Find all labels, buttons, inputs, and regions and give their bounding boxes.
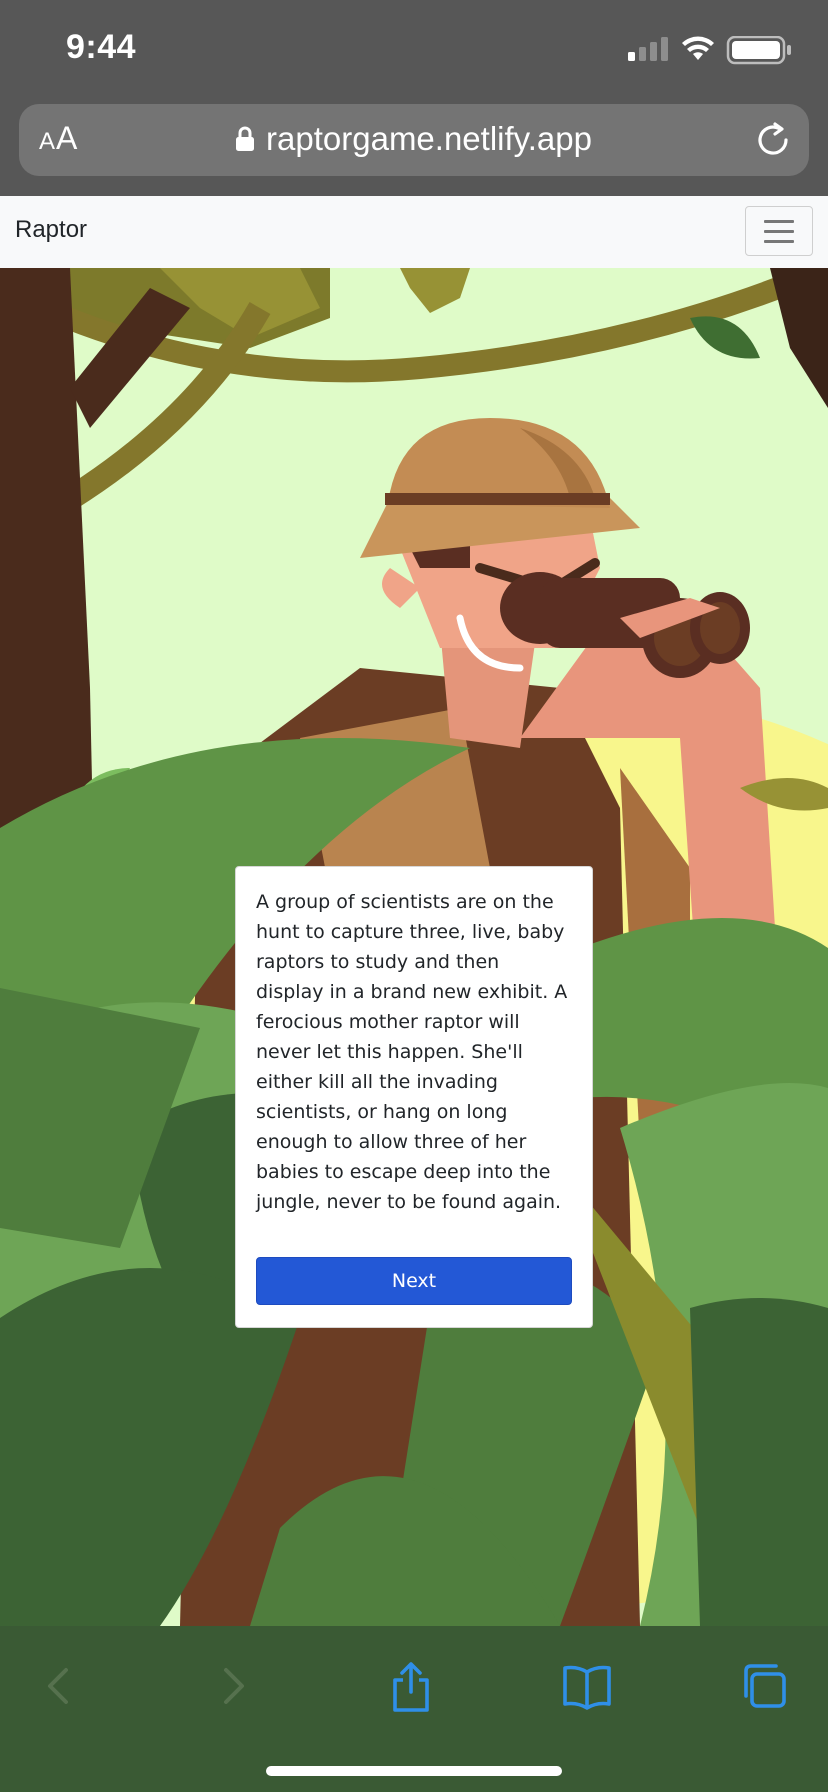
hamburger-line [764,230,794,233]
navbar-menu-toggle[interactable] [745,206,813,256]
browser-top-chrome: 9:44 AA raptorgame.netlify.app [0,0,828,196]
back-icon[interactable] [30,1658,86,1714]
story-text: A group of scientists are on the hunt to… [256,891,568,1213]
next-button[interactable]: Next [256,1257,572,1305]
status-time: 9:44 [66,28,137,66]
story-dialog: A group of scientists are on the hunt to… [235,866,593,1328]
url-display[interactable]: raptorgame.netlify.app [19,120,809,160]
cellular-signal-icon [628,37,668,61]
navbar-brand[interactable]: Raptor [15,216,87,244]
address-bar[interactable]: AA raptorgame.netlify.app [19,104,809,176]
share-icon[interactable] [383,1658,439,1714]
reload-icon[interactable] [753,120,793,165]
hamburger-line [764,220,794,223]
site-navbar: Raptor [0,196,828,269]
battery-icon [726,35,791,65]
bookmarks-icon[interactable] [559,1658,615,1714]
forward-icon[interactable] [206,1658,262,1714]
tabs-icon[interactable] [736,1658,792,1714]
hamburger-line [764,240,794,243]
lock-icon [236,122,255,160]
wifi-icon [682,36,714,60]
home-indicator [266,1766,562,1776]
status-icons [628,35,798,65]
url-text: raptorgame.netlify.app [266,120,592,157]
